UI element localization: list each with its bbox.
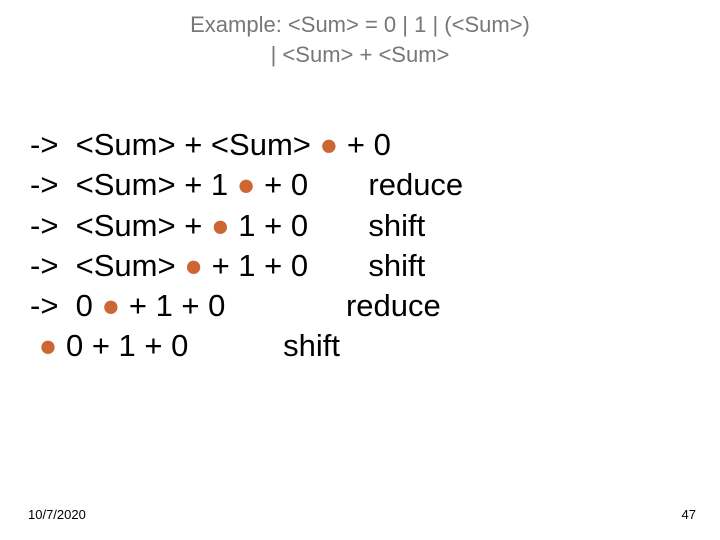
derivation-step: ● 0 + 1 + 0 shift xyxy=(30,326,463,366)
dot-marker-icon: ● xyxy=(184,246,203,286)
header-line-1: Example: <Sum> = 0 | 1 | (<Sum>) xyxy=(190,12,530,37)
step-right: 0 + 1 + 0 shift xyxy=(57,328,340,363)
derivation-step: -> <Sum> + 1 ● + 0 reduce xyxy=(30,165,463,205)
dot-marker-icon: ● xyxy=(211,206,230,246)
footer-page-number: 47 xyxy=(682,507,696,522)
parse-derivation: -> <Sum> + <Sum> ● + 0 -> <Sum> + 1 ● + … xyxy=(30,125,463,367)
derivation-step: -> 0 ● + 1 + 0 reduce xyxy=(30,286,463,326)
step-left: -> <Sum> + 1 xyxy=(30,167,237,202)
step-right: + 1 + 0 shift xyxy=(203,248,425,283)
step-left: -> <Sum> + xyxy=(30,208,211,243)
step-left: -> 0 xyxy=(30,288,102,323)
dot-marker-icon: ● xyxy=(39,326,58,366)
dot-marker-icon: ● xyxy=(237,165,256,205)
step-left: -> <Sum> + <Sum> xyxy=(30,127,320,162)
step-right: + 1 + 0 reduce xyxy=(120,288,441,323)
grammar-example-header: Example: <Sum> = 0 | 1 | (<Sum>) | <Sum>… xyxy=(0,10,720,69)
header-line-2: | <Sum> + <Sum> xyxy=(271,42,450,67)
step-right: 1 + 0 shift xyxy=(230,208,426,243)
step-left xyxy=(30,328,39,363)
dot-marker-icon: ● xyxy=(102,286,121,326)
derivation-step: -> <Sum> ● + 1 + 0 shift xyxy=(30,246,463,286)
step-right: + 0 reduce xyxy=(256,167,464,202)
derivation-step: -> <Sum> + ● 1 + 0 shift xyxy=(30,206,463,246)
slide: Example: <Sum> = 0 | 1 | (<Sum>) | <Sum>… xyxy=(0,0,720,540)
step-right: + 0 xyxy=(338,127,391,162)
derivation-step: -> <Sum> + <Sum> ● + 0 xyxy=(30,125,463,165)
step-left: -> <Sum> xyxy=(30,248,184,283)
dot-marker-icon: ● xyxy=(320,125,339,165)
footer-date: 10/7/2020 xyxy=(28,507,86,522)
